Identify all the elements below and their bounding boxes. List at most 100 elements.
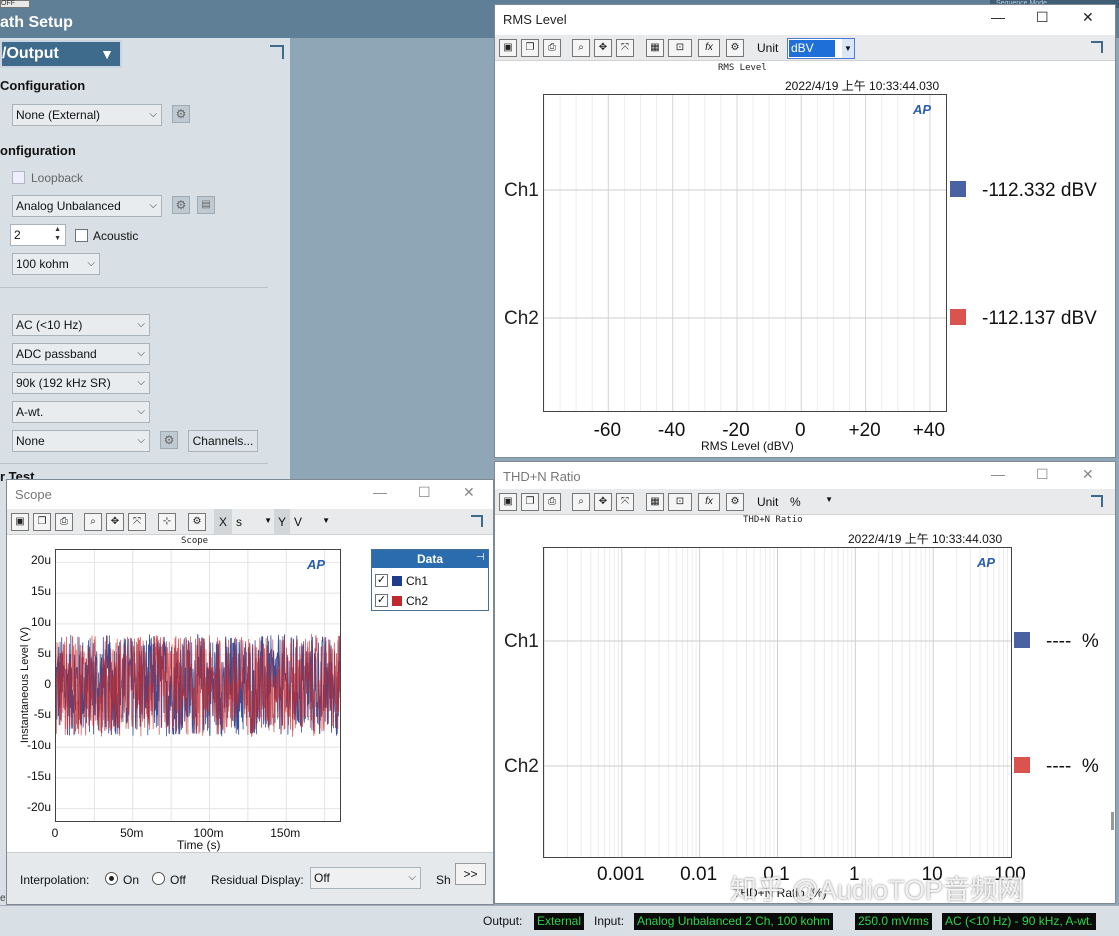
rms-ch2-swatch [950, 309, 966, 325]
print-icon[interactable]: ⎙ [55, 513, 73, 531]
unit-select[interactable]: dBV ▼ [787, 38, 855, 59]
function-icon[interactable]: fx [698, 39, 720, 57]
graph-options-icon[interactable]: ⊡ [668, 493, 692, 511]
fit-icon[interactable]: ⤧ [616, 39, 634, 57]
scrollbar-thumb[interactable] [1111, 812, 1114, 830]
save-icon[interactable]: ▣ [499, 39, 517, 57]
fit-icon[interactable]: ⤧ [616, 493, 634, 511]
popout-icon[interactable] [270, 45, 284, 59]
input-output-selector[interactable]: /Output ▼ [0, 40, 122, 68]
output-settings-gear-icon[interactable]: ⚙ [172, 105, 190, 123]
copy-icon[interactable]: ❐ [521, 39, 539, 57]
interp-on-radio[interactable] [105, 872, 118, 885]
ch2-legend-swatch [392, 596, 402, 606]
pan-icon[interactable]: ✥ [594, 493, 612, 511]
x-axis-button[interactable]: X [214, 509, 232, 535]
status-input-value: Analog Unbalanced 2 Ch, 100 kohm [634, 913, 833, 930]
scope-plot-area[interactable] [55, 549, 341, 822]
input-select[interactable]: Analog Unbalanced ⌵ [12, 195, 162, 217]
popout-icon[interactable] [1091, 41, 1103, 53]
chevron-down-icon: ⌵ [87, 258, 95, 269]
zoom-icon[interactable]: ⌕ [84, 513, 102, 531]
rms-x-tick: -60 [593, 420, 622, 441]
interp-off-radio[interactable] [152, 872, 165, 885]
save-icon[interactable]: ▣ [11, 513, 29, 531]
chevron-down-icon: ▼ [322, 516, 330, 525]
minimize-icon[interactable]: — [373, 484, 387, 500]
channel-count-stepper[interactable]: 2 ▲ ▼ [10, 224, 66, 246]
close-icon[interactable]: ✕ [1082, 9, 1094, 26]
close-icon[interactable]: ✕ [463, 484, 475, 501]
chevron-down-icon: ⌵ [149, 200, 157, 211]
impedance-select[interactable]: 100 kohm ⌵ [12, 253, 100, 275]
more-button[interactable]: >> [455, 863, 486, 885]
thd-timestamp: 2022/4/19 上午 10:33:44.030 [848, 532, 1003, 546]
cursor-icon[interactable]: ⊹ [158, 513, 176, 531]
input-info-icon[interactable]: ▤ [197, 196, 215, 214]
function-icon[interactable]: fx [698, 493, 720, 511]
maximize-icon[interactable]: ☐ [1036, 9, 1049, 26]
rms-x-tick: -40 [657, 420, 686, 441]
stepper-arrows-icon[interactable]: ▲ ▼ [54, 225, 61, 243]
print-icon[interactable]: ⎙ [543, 493, 561, 511]
maximize-icon[interactable]: ☐ [1036, 466, 1049, 483]
coupling-select[interactable]: AC (<10 Hz) ⌵ [12, 314, 150, 336]
table-icon[interactable]: ▦ [646, 39, 664, 57]
thd-plot-area[interactable] [543, 547, 1012, 858]
rms-ch2-value: -112.137 dBV [982, 308, 1097, 329]
loopback-checkbox[interactable] [12, 171, 25, 184]
maximize-icon[interactable]: ☐ [418, 484, 431, 501]
rms-plot-area[interactable] [543, 94, 947, 412]
copy-icon[interactable]: ❐ [521, 493, 539, 511]
scope-chart-title: Scope [181, 536, 209, 546]
x-unit-select[interactable]: s ▼ [236, 515, 272, 529]
gear-icon[interactable]: ⚙ [726, 493, 744, 511]
chevron-down-icon: ⌵ [137, 406, 145, 417]
minimize-icon[interactable]: — [991, 466, 1005, 482]
close-icon[interactable]: ✕ [1082, 466, 1094, 483]
scope-y-tick: 15u [30, 584, 51, 599]
output-select-value: None (External) [16, 108, 101, 122]
unit-select[interactable]: % ▼ [787, 492, 835, 513]
y-axis-button[interactable]: Y [274, 509, 290, 535]
scope-window-title: Scope [15, 487, 52, 502]
fit-icon[interactable]: ⤧ [128, 513, 146, 531]
pin-icon[interactable]: ⊣ [476, 552, 485, 563]
filter-select[interactable]: None ⌵ [12, 430, 150, 452]
table-icon[interactable]: ▦ [646, 493, 664, 511]
thd-x-tick: 0.001 [597, 864, 645, 885]
pan-icon[interactable]: ✥ [106, 513, 124, 531]
weighting-select[interactable]: A-wt. ⌵ [12, 401, 150, 423]
zoom-icon[interactable]: ⌕ [572, 493, 590, 511]
gear-icon[interactable]: ⚙ [188, 513, 206, 531]
scope-waveform [56, 550, 340, 821]
scope-window: Scope — ☐ ✕ ▣ ❐ ⎙ ⌕ ✥ ⤧ ⊹ ⚙ X s ▼ Y V ▼ … [6, 479, 494, 905]
residual-display-select[interactable]: Off ⌵ [310, 867, 421, 889]
output-select[interactable]: None (External) ⌵ [12, 104, 162, 126]
scope-controls-bar: Interpolation: On Off Residual Display: … [7, 852, 493, 904]
rms-x-tick: +40 [912, 420, 946, 441]
ch1-legend-checkbox[interactable]: ✓ [375, 574, 388, 587]
ap-logo: AP [307, 557, 326, 572]
zoom-icon[interactable]: ⌕ [572, 39, 590, 57]
rms-ch1-label: Ch1 [504, 180, 539, 201]
save-icon[interactable]: ▣ [499, 493, 517, 511]
acoustic-checkbox[interactable] [75, 229, 88, 242]
y-unit-select[interactable]: V ▼ [294, 515, 330, 529]
channels-button[interactable]: Channels... [188, 430, 258, 452]
print-icon[interactable]: ⎙ [543, 39, 561, 57]
bandpass-select[interactable]: ADC passband ⌵ [12, 343, 150, 365]
graph-options-icon[interactable]: ⊡ [668, 39, 692, 57]
filter-settings-gear-icon[interactable]: ⚙ [160, 431, 178, 449]
rms-xlabel: RMS Level (dBV) [701, 439, 794, 453]
pan-icon[interactable]: ✥ [594, 39, 612, 57]
popout-icon[interactable] [1091, 495, 1103, 507]
input-settings-gear-icon[interactable]: ⚙ [172, 196, 190, 214]
copy-icon[interactable]: ❐ [33, 513, 51, 531]
ch2-legend-checkbox[interactable]: ✓ [375, 594, 388, 607]
popout-icon[interactable] [471, 515, 483, 527]
thd-ch1-label: Ch1 [504, 631, 539, 652]
bandwidth-select[interactable]: 90k (192 kHz SR) ⌵ [12, 372, 150, 394]
minimize-icon[interactable]: — [991, 9, 1005, 25]
gear-icon[interactable]: ⚙ [726, 39, 744, 57]
